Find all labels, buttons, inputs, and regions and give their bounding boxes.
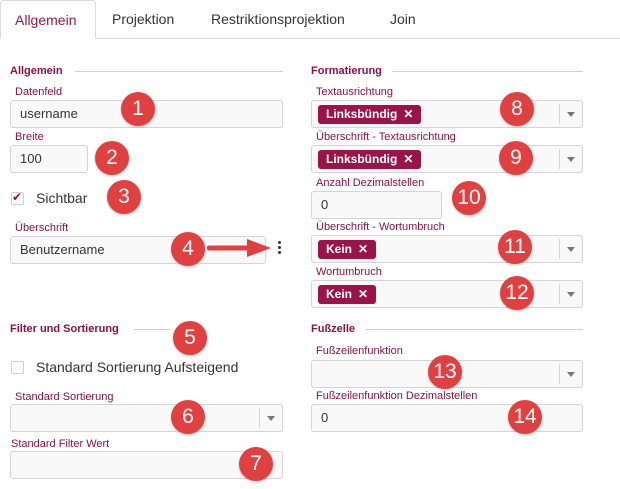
- badge-4: 4: [171, 232, 205, 266]
- chip-kein: Kein ✕: [318, 285, 377, 304]
- standard-sortierung-select[interactable]: [10, 404, 283, 432]
- badge-10: 10: [452, 181, 486, 215]
- badge-7: 7: [239, 447, 273, 481]
- section-divider: [366, 329, 583, 330]
- fusszeilenfunktion-label: Fußzeilenfunktion: [316, 345, 403, 357]
- close-icon[interactable]: ✕: [358, 287, 368, 301]
- ueberschrift-label: Überschrift: [15, 222, 69, 234]
- breite-input[interactable]: 100: [10, 145, 88, 173]
- badge-9: 9: [499, 141, 533, 175]
- close-icon[interactable]: ✕: [358, 242, 368, 256]
- tab-allgemein[interactable]: Allgemein: [0, 0, 96, 39]
- fusszeilenfunktion-dezimalstellen-label: Fußzeilenfunktion Dezimalstellen: [316, 390, 478, 402]
- badge-14: 14: [508, 400, 542, 434]
- badge-6: 6: [171, 400, 205, 434]
- chevron-down-icon[interactable]: [259, 408, 282, 428]
- tab-bar: Allgemein Projektion Restriktionsprojekt…: [0, 0, 620, 39]
- chevron-down-icon[interactable]: [559, 104, 582, 124]
- wortumbruch-label: Wortumbruch: [316, 266, 382, 278]
- anzahl-dezimalstellen-label: Anzahl Dezimalstellen: [316, 177, 425, 189]
- textausrichtung-select[interactable]: Linksbündig ✕: [311, 100, 583, 128]
- ueberschrift-textausrichtung-label: Überschrift - Textausrichtung: [316, 131, 456, 143]
- badge-2: 2: [95, 141, 129, 175]
- section-title-formatierung: Formatierung: [311, 65, 382, 77]
- close-icon[interactable]: ✕: [403, 152, 413, 166]
- badge-1: 1: [121, 92, 155, 126]
- section-title-fusszelle: Fußzelle: [311, 323, 356, 335]
- tab-restriktionsprojektion[interactable]: Restriktionsprojektion: [197, 0, 359, 38]
- section-divider: [392, 71, 583, 72]
- chip-linksbuendig: Linksbündig ✕: [318, 150, 422, 169]
- chevron-down-icon[interactable]: [559, 239, 582, 259]
- ueberschrift-textausrichtung-select[interactable]: Linksbündig ✕: [311, 145, 583, 173]
- breite-label: Breite: [15, 131, 44, 143]
- tab-projektion[interactable]: Projektion: [98, 0, 188, 38]
- section-divider: [75, 71, 283, 72]
- section-title-allgemein: Allgemein: [10, 65, 63, 77]
- standard-sortierung-aufsteigend-label: Standard Sortierung Aufsteigend: [36, 359, 239, 375]
- standard-sortierung-aufsteigend-checkbox[interactable]: [11, 361, 24, 374]
- badge-3: 3: [107, 180, 141, 214]
- fusszeilenfunktion-dezimalstellen-input[interactable]: 0: [311, 404, 583, 432]
- badge-11: 11: [498, 230, 532, 264]
- section-divider: [134, 329, 170, 330]
- section-title-filter-sortierung: Filter und Sortierung: [10, 323, 119, 335]
- close-icon[interactable]: ✕: [403, 107, 413, 121]
- arrow-right-icon: [207, 239, 271, 257]
- more-options-icon[interactable]: [277, 241, 283, 256]
- datenfeld-label: Datenfeld: [15, 86, 63, 98]
- textausrichtung-label: Textausrichtung: [316, 86, 394, 98]
- sichtbar-checkbox[interactable]: [11, 190, 24, 205]
- standard-sortierung-label: Standard Sortierung: [15, 391, 114, 403]
- badge-8: 8: [500, 92, 534, 126]
- chip-linksbuendig: Linksbündig ✕: [318, 105, 422, 124]
- standard-filter-wert-label: Standard Filter Wert: [11, 438, 110, 450]
- anzahl-dezimalstellen-input[interactable]: 0: [311, 191, 442, 219]
- wortumbruch-select[interactable]: Kein ✕: [311, 280, 583, 308]
- ueberschrift-wortumbruch-select[interactable]: Kein ✕: [311, 235, 583, 263]
- badge-13: 13: [428, 355, 462, 389]
- chip-kein: Kein ✕: [318, 240, 377, 259]
- chevron-down-icon[interactable]: [559, 364, 582, 384]
- badge-5: 5: [173, 321, 207, 355]
- badge-12: 12: [500, 276, 534, 310]
- sichtbar-label: Sichtbar: [36, 190, 88, 206]
- chevron-down-icon[interactable]: [559, 284, 582, 304]
- tab-join[interactable]: Join: [376, 0, 430, 38]
- chevron-down-icon[interactable]: [559, 149, 582, 169]
- ueberschrift-wortumbruch-label: Überschrift - Wortumbruch: [316, 221, 445, 233]
